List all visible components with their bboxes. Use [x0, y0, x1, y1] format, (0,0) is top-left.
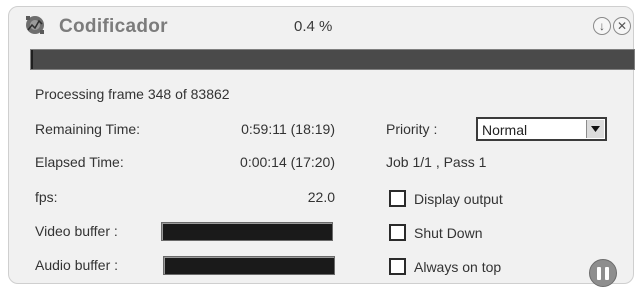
audio-buffer-meter: [163, 256, 335, 275]
arrow-down-circle-icon: ↓: [599, 19, 605, 33]
fps-value: 22.0: [307, 189, 335, 205]
shut-down-checkbox[interactable]: [389, 224, 406, 241]
remaining-time-value: 0:59:11 (18:19): [241, 121, 335, 137]
always-on-top-checkbox[interactable]: [389, 258, 406, 275]
remaining-time-label: Remaining Time:: [35, 121, 141, 137]
always-on-top-label[interactable]: Always on top: [414, 259, 501, 275]
video-buffer-label: Video buffer :: [35, 223, 118, 239]
pause-icon: [597, 266, 601, 280]
processing-status: Processing frame 348 of 83862: [35, 86, 230, 102]
elapsed-time-label: Elapsed Time:: [35, 154, 124, 170]
video-buffer-meter: [161, 222, 333, 241]
display-output-checkbox[interactable]: [389, 190, 406, 207]
codificador-app-icon: [23, 14, 47, 36]
close-button[interactable]: ✕: [613, 17, 631, 35]
close-circle-icon: ✕: [616, 19, 628, 33]
priority-select[interactable]: Normal: [476, 117, 607, 141]
pause-button[interactable]: [589, 259, 617, 287]
shut-down-label[interactable]: Shut Down: [414, 225, 482, 241]
fps-label: fps:: [35, 189, 58, 205]
pause-icon: [605, 266, 609, 280]
minimize-button[interactable]: ↓: [593, 17, 611, 35]
priority-label: Priority :: [386, 121, 438, 137]
encoding-progress-fill: [31, 50, 34, 69]
priority-selected-value: Normal: [482, 122, 528, 138]
job-pass-status: Job 1/1 , Pass 1: [386, 154, 487, 170]
encoder-window: Codificador 0.4 % ↓ ✕ Processing frame 3…: [8, 6, 635, 287]
window-title: Codificador: [59, 16, 168, 37]
elapsed-time-value: 0:00:14 (17:20): [240, 154, 335, 170]
display-output-label[interactable]: Display output: [414, 191, 503, 207]
encoding-progress-bar: [30, 49, 635, 70]
dropdown-arrow-icon[interactable]: [586, 120, 604, 138]
audio-buffer-label: Audio buffer :: [35, 257, 119, 273]
progress-percent-label: 0.4 %: [294, 18, 333, 35]
